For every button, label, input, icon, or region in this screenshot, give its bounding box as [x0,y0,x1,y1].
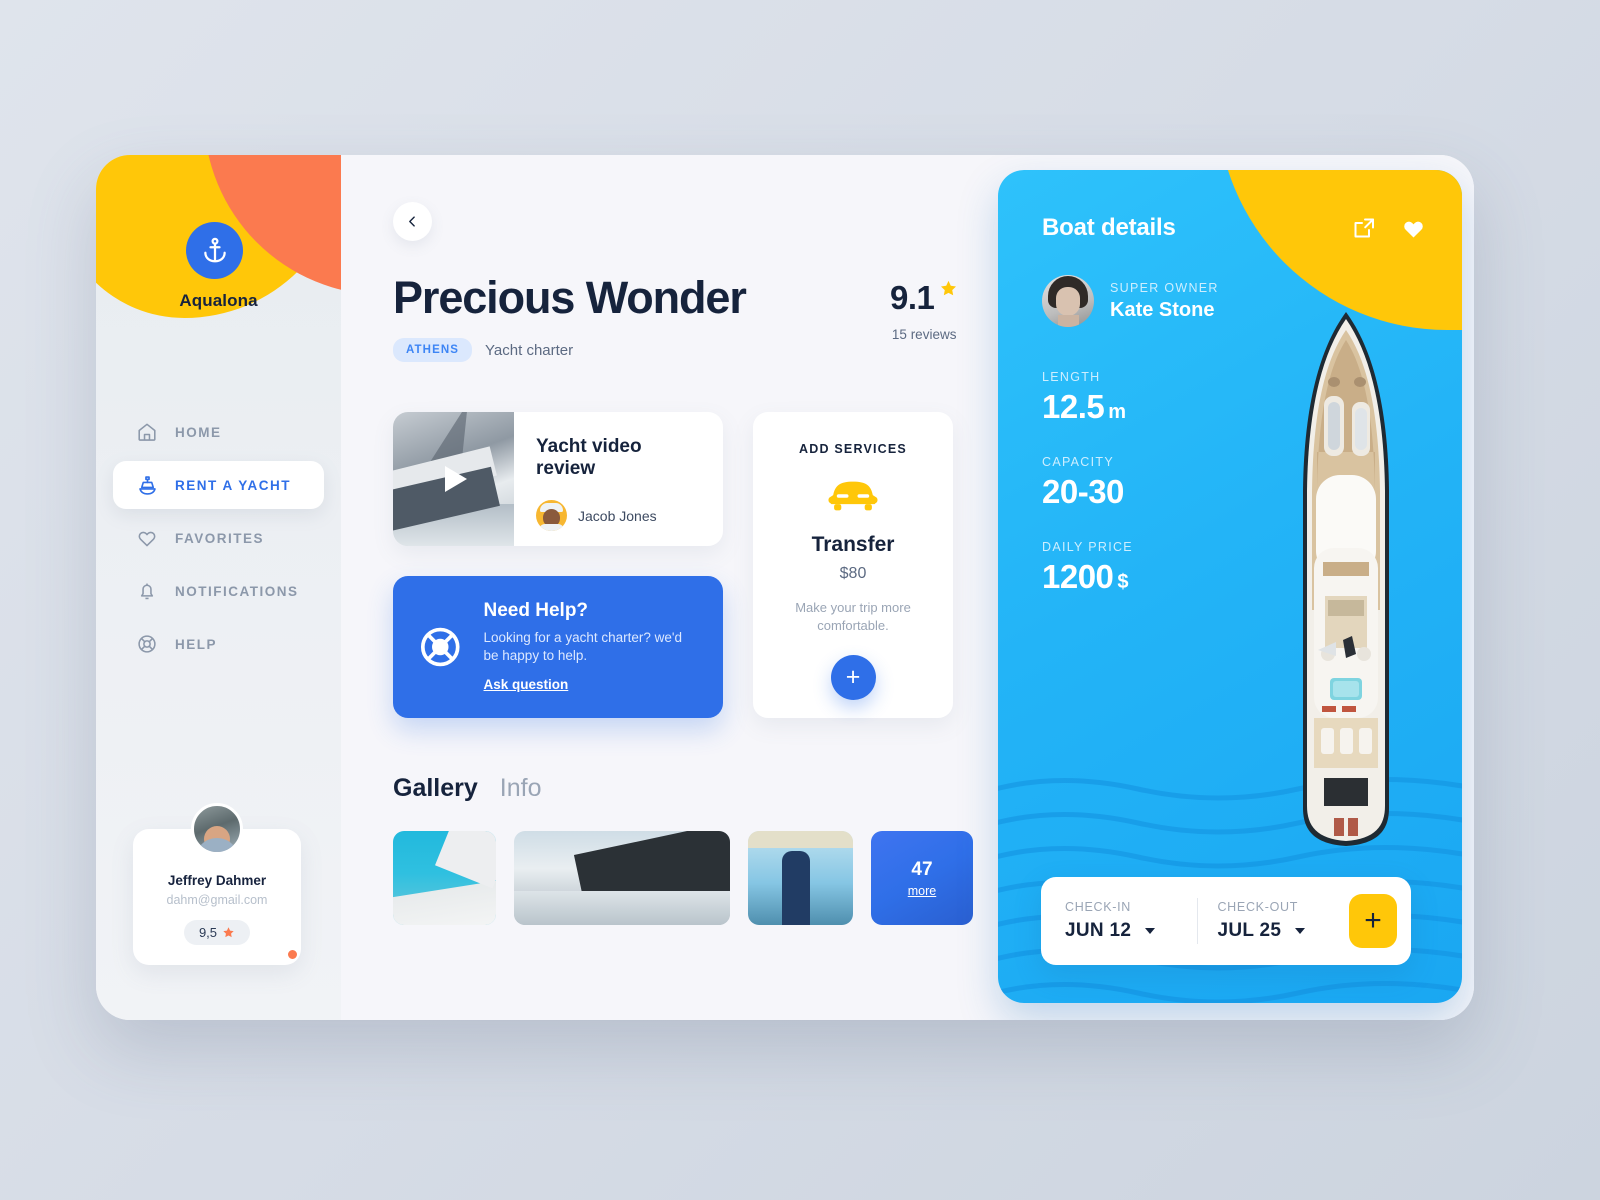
sidebar-item-help[interactable]: HELP [113,620,324,668]
spec-unit: m [1108,401,1126,423]
sidebar-item-favorites[interactable]: FAVORITES [113,514,324,562]
gallery-thumb[interactable] [748,831,853,925]
booking-bar: CHECK-IN JUN 12 CHECK-OUT JUL 25 + [1041,877,1411,965]
sidebar-item-label: HOME [175,424,222,440]
car-icon [828,481,878,511]
sidebar-nav: HOME RENT A YACHT FAVORITES NOTIFICATION… [96,403,341,673]
gallery-thumb[interactable] [514,831,730,925]
spec-label: LENGTH [1042,370,1101,384]
boat-specs: LENGTH 12.5 m CAPACITY 20-30 DAILY PRICE … [998,327,1462,596]
sidebar-item-label: HELP [175,636,218,652]
chevron-down-icon[interactable] [1145,928,1156,934]
brand-name: Aqualona [179,291,258,310]
gallery-more-tile[interactable]: 47 more [871,831,973,925]
gallery-more-label: more [907,883,937,898]
chevron-left-icon [409,216,415,227]
boat-icon [135,473,159,497]
help-title: Need Help? [483,599,589,621]
checkin-label: CHECK-IN [1065,900,1132,914]
bell-icon [135,579,159,603]
video-title: Yacht video review [536,436,642,480]
avatar [536,500,567,532]
owner-label: SUPER OWNER [1110,280,1219,295]
video-review-card[interactable]: Yacht video review Jacob Jones [393,412,723,546]
sidebar-item-rent-a-yacht[interactable]: RENT A YACHT [113,461,324,509]
need-help-card: Need Help? Looking for a yacht charter? … [393,576,723,718]
spec-capacity: CAPACITY 20-30 [1042,455,1462,511]
spec-unit: $ [1117,571,1129,593]
sidebar: Aqualona HOME RENT A YACHT FAVORITES NOT… [96,155,341,1020]
play-icon[interactable] [444,466,467,492]
status-badge [286,948,299,961]
spec-number: 1200 [1042,558,1114,595]
spec-label: DAILY PRICE [1042,540,1133,554]
sidebar-item-home[interactable]: HOME [113,408,324,456]
gallery-thumb[interactable] [393,831,496,925]
add-service-button[interactable]: + [830,655,876,701]
author-name: Jacob Jones [578,507,657,524]
user-rating-value: 9,5 [198,925,218,940]
star-icon [223,927,234,938]
share-icon[interactable] [1352,216,1376,240]
checkout-field[interactable]: CHECK-OUT JUL 25 [1217,900,1349,942]
user-email: dahm@gmail.com [166,893,268,907]
checkout-label: CHECK-OUT [1217,900,1299,914]
service-description: Make your trip more comfortable. [795,600,911,634]
lifebuoy-icon [420,627,460,667]
details-title: Boat details [1042,214,1176,241]
service-name: Transfer [811,533,895,556]
sidebar-item-label: RENT A YACHT [175,477,292,493]
details-header: Boat details [998,170,1462,242]
boat-details-panel: Boat details SUPER OWNER Kate Stone LENG… [998,170,1462,1003]
services-header: ADD SERVICES [799,442,907,456]
app-window: Aqualona HOME RENT A YACHT FAVORITES NOT… [96,155,1474,1020]
tab-info[interactable]: Info [500,774,542,803]
charter-type: Yacht charter [485,341,574,359]
spec-value: 20-30 [1042,473,1462,511]
divider [1196,898,1198,944]
spec-number: 20-30 [1042,473,1124,510]
reviews-count: 15 reviews [891,327,957,342]
owner-name: Kate Stone [1110,298,1215,321]
avatar [1042,275,1094,327]
help-description: Looking for a yacht charter? we'd be hap… [483,629,682,663]
heart-icon[interactable] [1401,216,1426,241]
video-thumbnail [393,412,514,546]
spec-label: CAPACITY [1042,455,1114,469]
checkin-field[interactable]: CHECK-IN JUN 12 [1065,900,1197,942]
user-rating: 9,5 [183,920,251,945]
spec-value: 12.5 m [1042,388,1462,426]
add-booking-button[interactable]: + [1349,894,1398,948]
video-author: Jacob Jones [536,500,703,532]
user-name: Jeffrey Dahmer [167,873,267,888]
sidebar-item-label: NOTIFICATIONS [175,583,299,599]
avatar [191,803,243,855]
tab-gallery[interactable]: Gallery [393,774,478,803]
home-icon [135,420,159,444]
chevron-down-icon[interactable] [1295,928,1306,934]
add-services-card: ADD SERVICES Transfer $80 Make your trip… [753,412,953,718]
page-title: Precious Wonder [393,272,747,323]
gallery-more-count: 47 [911,858,933,880]
spec-length: LENGTH 12.5 m [1042,370,1462,426]
star-icon [941,280,957,296]
back-button[interactable] [393,202,432,241]
owner-row: SUPER OWNER Kate Stone [998,242,1462,327]
user-profile-card[interactable]: Jeffrey Dahmer dahm@gmail.com 9,5 [133,803,301,965]
sidebar-item-label: FAVORITES [175,530,265,546]
spec-value: 1200 $ [1042,558,1462,596]
rating-block: 9.1 15 reviews [890,275,958,342]
rating-value: 9.1 [890,279,935,316]
heart-icon [135,526,159,550]
spec-daily-price: DAILY PRICE 1200 $ [1042,540,1462,596]
lifebuoy-icon [135,632,159,656]
service-price: $80 [839,565,867,582]
sidebar-item-notifications[interactable]: NOTIFICATIONS [113,567,324,615]
spec-number: 12.5 [1042,388,1105,425]
checkout-value: JUL 25 [1217,920,1282,941]
ask-question-link[interactable]: Ask question [484,677,569,692]
anchor-icon [186,222,243,279]
city-badge: ATHENS [393,338,473,362]
checkin-value: JUN 12 [1065,920,1132,941]
